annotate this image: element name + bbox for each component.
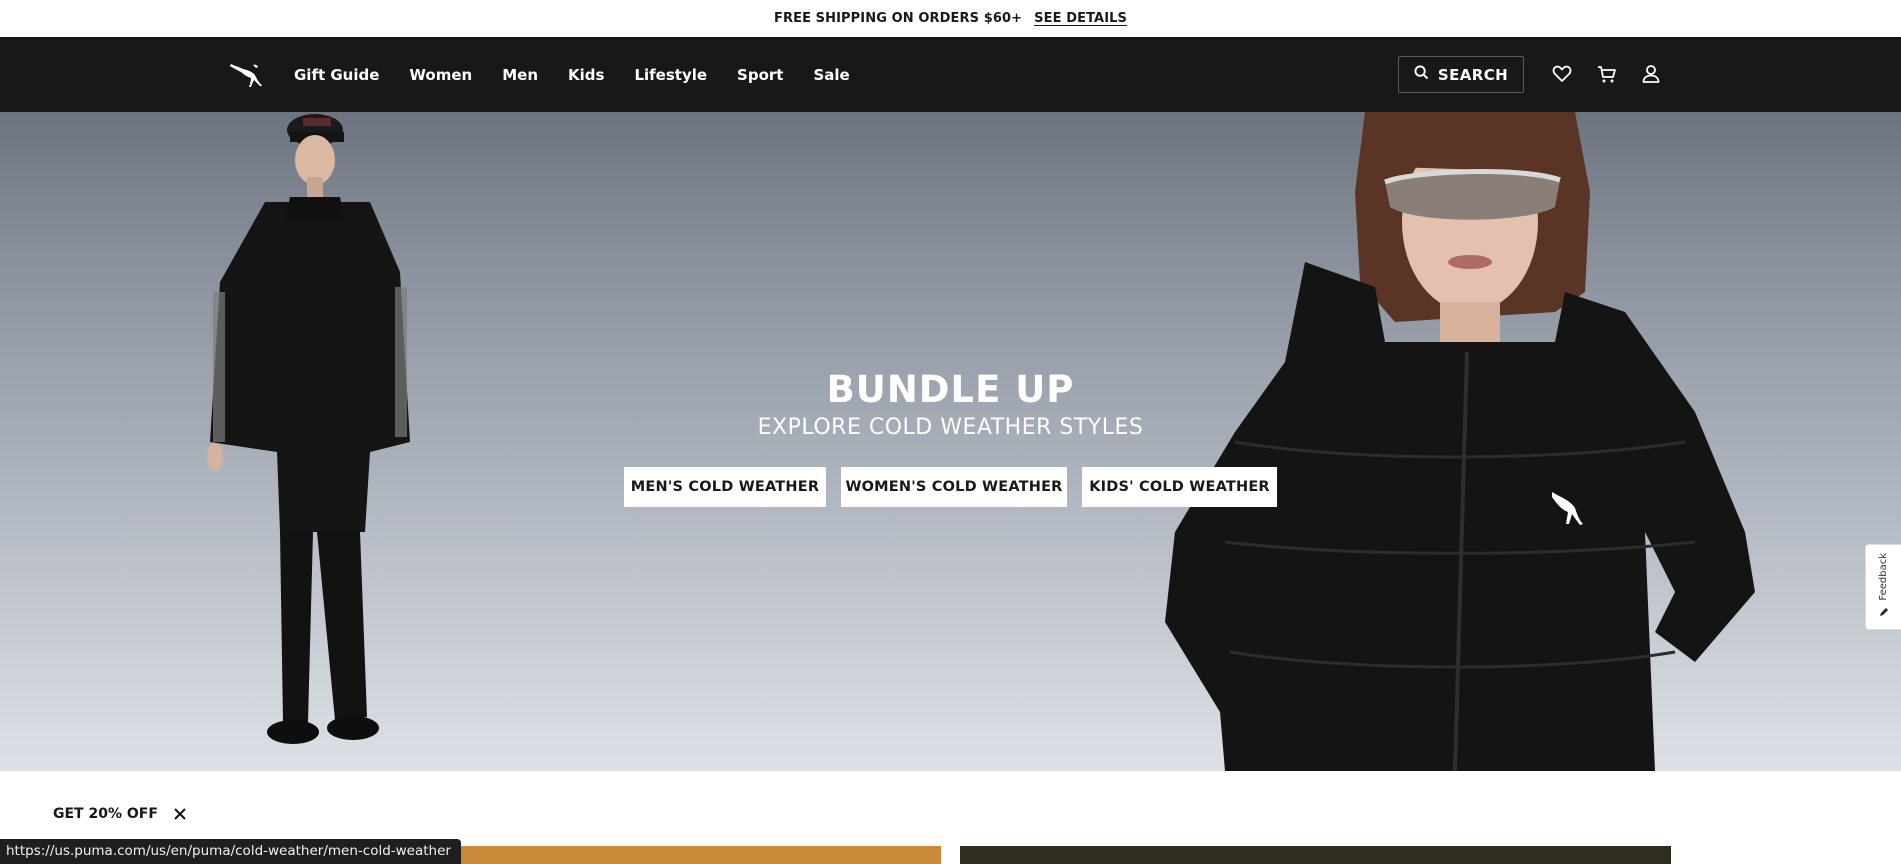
hero-banner[interactable]: BUNDLE UP EXPLORE COLD WEATHER STYLES ME…	[0, 112, 1901, 771]
wishlist-heart-icon[interactable]	[1551, 63, 1573, 85]
kids-cold-weather-button[interactable]: KIDS' COLD WEATHER	[1082, 467, 1277, 507]
nav-item-sport[interactable]: Sport	[737, 66, 798, 84]
nav-item-kids[interactable]: Kids	[568, 66, 619, 84]
puma-logo-icon[interactable]	[229, 60, 263, 88]
search-icon	[1414, 65, 1429, 84]
nav-item-men[interactable]: Men	[502, 66, 553, 84]
site-header: Gift Guide Women Men Kids Lifestyle Spor…	[0, 37, 1901, 112]
cart-icon[interactable]	[1596, 63, 1618, 85]
get-discount-offer[interactable]: GET 20% OFF	[53, 806, 188, 822]
promo-tile-left[interactable]	[440, 846, 941, 864]
hero-title: BUNDLE UP	[826, 368, 1075, 411]
promo-tile-right[interactable]	[960, 846, 1671, 864]
hero-subtitle: EXPLORE COLD WEATHER STYLES	[757, 415, 1144, 440]
feedback-tab[interactable]: Feedback	[1865, 544, 1901, 630]
nav-item-women[interactable]: Women	[409, 66, 487, 84]
account-icon[interactable]	[1640, 63, 1662, 85]
womens-cold-weather-button[interactable]: WOMEN'S COLD WEATHER	[841, 467, 1067, 507]
promo-bar: FREE SHIPPING ON ORDERS $60+ SEE DETAILS	[0, 0, 1901, 37]
nav-item-gift-guide[interactable]: Gift Guide	[294, 66, 394, 84]
nav-item-lifestyle[interactable]: Lifestyle	[634, 66, 722, 84]
promo-text: FREE SHIPPING ON ORDERS $60+	[774, 11, 1023, 26]
feedback-label: Feedback	[1878, 552, 1889, 601]
close-icon[interactable]	[172, 806, 188, 822]
main-nav: Gift Guide Women Men Kids Lifestyle Spor…	[294, 37, 865, 112]
see-details-link[interactable]: SEE DETAILS	[1034, 11, 1127, 26]
search-button[interactable]: SEARCH	[1398, 56, 1524, 93]
nav-item-sale[interactable]: Sale	[813, 66, 864, 84]
mens-cold-weather-button[interactable]: MEN'S COLD WEATHER	[624, 467, 826, 507]
feedback-pen-icon	[1878, 606, 1890, 621]
status-bar-url: https://us.puma.com/us/en/puma/cold-weat…	[0, 839, 461, 864]
hero-model-man-image	[207, 114, 410, 744]
hero-model-woman-image	[1165, 112, 1755, 771]
search-label: SEARCH	[1437, 65, 1509, 84]
offer-label: GET 20% OFF	[53, 806, 158, 822]
